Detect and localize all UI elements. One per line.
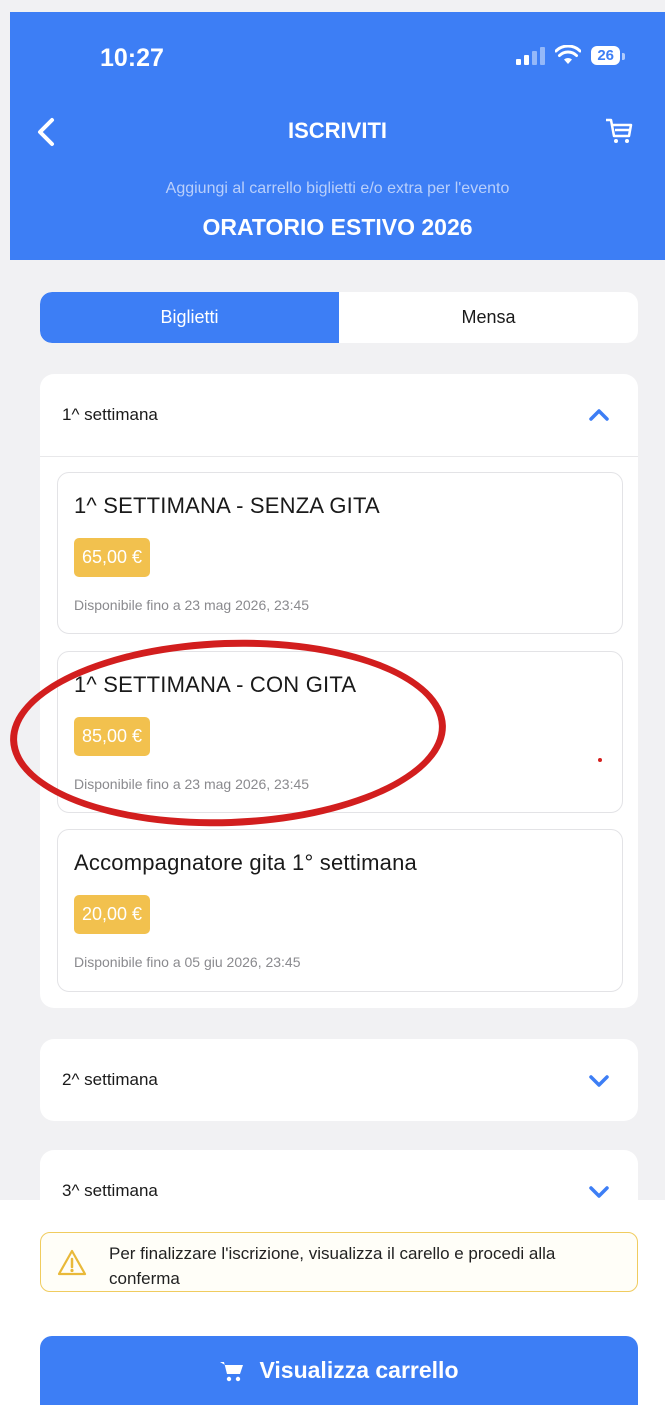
ticket-availability: Disponibile fino a 05 giu 2026, 23:45: [74, 954, 301, 970]
tab-biglietti[interactable]: Biglietti: [40, 292, 339, 343]
section-week-1: 1^ settimana 1^ SETTIMANA - SENZA GITA 6…: [40, 374, 638, 1008]
ticket-name: 1^ SETTIMANA - CON GITA: [74, 672, 357, 697]
signal-icon: [516, 45, 546, 65]
event-title: ORATORIO ESTIVO 2026: [202, 214, 473, 240]
app-header: 10:27 26 ISCRIVITI Aggiungi al carrello …: [10, 12, 665, 260]
annotation-dot: [598, 758, 602, 762]
price-badge: 20,00 €: [74, 895, 151, 934]
ticket-name: Accompagnatore gita 1° settimana: [74, 850, 417, 875]
status-bar: 10:27 26: [10, 12, 665, 102]
section-week-2: 2^ settimana: [40, 1039, 638, 1121]
section-divider: [40, 456, 638, 457]
ticket-name: 1^ SETTIMANA - SENZA GITA: [74, 493, 380, 518]
ticket-card[interactable]: Accompagnatore gita 1° settimana 20,00 €…: [57, 829, 623, 992]
ticket-card[interactable]: 1^ SETTIMANA - SENZA GITA 65,00 € Dispon…: [57, 472, 623, 634]
cart-icon: [220, 1361, 244, 1381]
section-header-week-2[interactable]: 2^ settimana: [40, 1039, 638, 1121]
status-time: 10:27: [100, 44, 164, 72]
tab-mensa[interactable]: Mensa: [339, 292, 638, 343]
notice-box: Per finalizzare l'iscrizione, visualizza…: [40, 1232, 638, 1292]
wifi-icon: [555, 45, 582, 64]
tab-bar: Biglietti Mensa: [40, 292, 638, 343]
header-subtitle: Aggiungi al carrello biglietti e/o extra…: [165, 180, 510, 197]
nav-bar: ISCRIVITI: [10, 112, 665, 152]
cart-icon[interactable]: [603, 114, 635, 146]
view-cart-button[interactable]: Visualizza carrello: [40, 1336, 638, 1405]
page-title: ISCRIVITI: [287, 118, 387, 143]
section-label: 2^ settimana: [62, 1070, 158, 1089]
notice-text: Per finalizzare l'iscrizione, visualizza…: [109, 1244, 556, 1288]
section-header-week-1[interactable]: 1^ settimana: [40, 374, 638, 456]
bottom-panel: Per finalizzare l'iscrizione, visualizza…: [0, 1200, 665, 1405]
section-label: 3^ settimana: [62, 1181, 158, 1200]
ticket-availability: Disponibile fino a 23 mag 2026, 23:45: [74, 597, 310, 613]
battery-indicator: 26: [591, 45, 625, 65]
price-badge: 65,00 €: [74, 538, 151, 577]
view-cart-label: Visualizza carrello: [259, 1357, 459, 1383]
section-label: 1^ settimana: [62, 405, 158, 424]
price-badge: 85,00 €: [74, 717, 151, 756]
warning-icon: [57, 1249, 87, 1276]
chevron-down-icon[interactable]: [588, 1180, 610, 1202]
ticket-card[interactable]: 1^ SETTIMANA - CON GITA 85,00 € Disponib…: [57, 651, 623, 813]
status-icons: 26: [516, 45, 625, 65]
chevron-up-icon[interactable]: [588, 404, 610, 426]
chevron-down-icon[interactable]: [588, 1069, 610, 1091]
ticket-availability: Disponibile fino a 23 mag 2026, 23:45: [74, 776, 310, 792]
